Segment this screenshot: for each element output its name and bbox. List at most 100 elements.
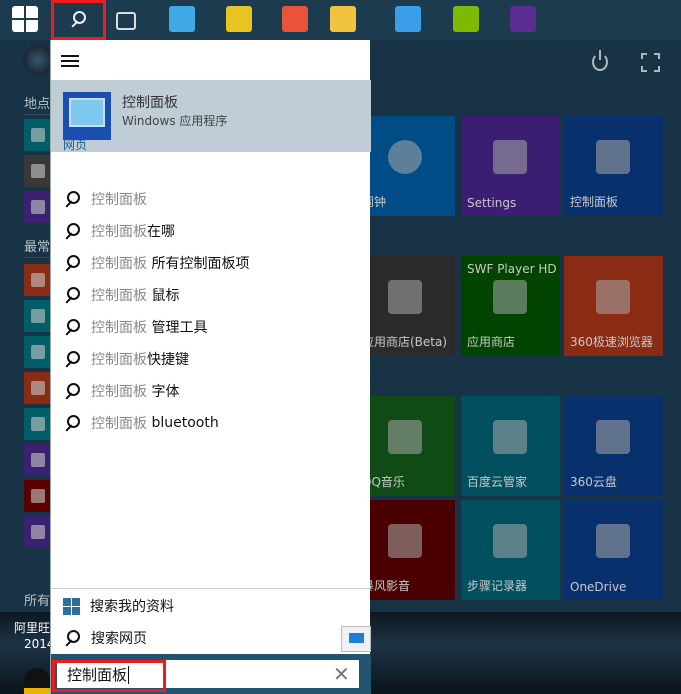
search-my-stuff-button[interactable]: 搜索我的资料 xyxy=(63,595,174,617)
settings-gear-icon xyxy=(493,140,527,174)
divider xyxy=(24,114,51,115)
divider xyxy=(51,588,371,589)
desktop-icon-aliwangwang[interactable]: 阿里旺 2014 xyxy=(14,620,55,652)
tile-label: 360云盘 xyxy=(570,475,617,489)
expand-icon[interactable] xyxy=(641,53,660,72)
places-item-documents[interactable] xyxy=(24,155,51,187)
360-browser-icon[interactable] xyxy=(282,6,308,32)
file-explorer-icon xyxy=(31,128,45,142)
web-suggestion[interactable]: 控制面板 bluetooth xyxy=(63,412,219,434)
tile-5[interactable]: 360极速浏览器 xyxy=(564,256,663,356)
tile-6[interactable]: QQ音乐 xyxy=(356,396,455,496)
tile-label: 应用商店(Beta) xyxy=(362,335,448,349)
settings-icon[interactable] xyxy=(510,6,536,32)
tile-label: 控制面板 xyxy=(570,195,619,209)
360-browser-icon xyxy=(596,280,630,314)
user-avatar[interactable] xyxy=(23,45,53,75)
search-icon xyxy=(63,318,81,336)
tile-8[interactable]: 360云盘 xyxy=(564,396,663,496)
alarm-clock-icon xyxy=(388,140,422,174)
settings-icon xyxy=(31,453,45,467)
most-used-item-settings[interactable] xyxy=(24,444,51,476)
tile-2[interactable]: 控制面板 xyxy=(564,116,663,216)
qq-icon xyxy=(31,381,45,395)
tile-label: 百度云管家 xyxy=(467,475,528,489)
task-view-icon[interactable] xyxy=(116,12,136,30)
windows-logo-icon xyxy=(63,597,80,615)
baidu-cloud-icon xyxy=(493,420,527,454)
web-suggestion[interactable]: 控制面板 字体 xyxy=(63,380,179,402)
search-panel: 控制面板 Windows 应用程序 网页 控制面板控制面板 在哪控制面板 所有控制… xyxy=(50,40,371,694)
most-used-item-search[interactable] xyxy=(24,516,51,548)
search-icon xyxy=(63,382,81,400)
web-section-header: 网页 xyxy=(63,138,88,152)
steps-recorder-icon xyxy=(31,417,45,431)
tile-label: Settings xyxy=(467,196,517,210)
search-icon xyxy=(63,629,81,647)
power-icon-bar xyxy=(599,50,601,60)
clear-search-icon[interactable]: ✕ xyxy=(333,662,350,686)
control-panel-icon xyxy=(63,92,111,140)
most-used-item-notepad[interactable] xyxy=(24,300,51,332)
best-match-subtitle: Windows 应用程序 xyxy=(122,114,228,128)
store-icon xyxy=(493,280,527,314)
search-icon xyxy=(31,525,45,539)
feedback-button[interactable] xyxy=(341,626,371,652)
documents-icon xyxy=(31,164,45,178)
most-used-label: 最常 xyxy=(24,240,51,255)
tile-label: 步骤记录器 xyxy=(467,579,528,593)
tile-7[interactable]: 百度云管家 xyxy=(461,396,560,496)
most-used-item-baofeng[interactable] xyxy=(24,480,51,512)
baofeng-icon xyxy=(31,489,45,503)
hamburger-menu-icon[interactable] xyxy=(61,55,79,67)
most-used-item-steps-recorder[interactable] xyxy=(24,408,51,440)
microsoft-store-icon[interactable] xyxy=(453,6,479,32)
notepad-icon xyxy=(31,309,45,323)
web-suggestion[interactable]: 控制面板 鼠标 xyxy=(63,284,179,306)
tile-3[interactable]: 应用商店(Beta) xyxy=(356,256,455,356)
web-suggestion[interactable]: 控制面板 所有控制面板项 xyxy=(63,252,249,274)
chat-bubble-icon xyxy=(349,633,364,643)
search-icon xyxy=(63,222,81,240)
qq-desktop-icon[interactable] xyxy=(24,668,50,694)
web-suggestion[interactable]: 控制面板 xyxy=(63,188,147,210)
tile-11[interactable]: OneDrive xyxy=(564,500,663,600)
baofeng-icon xyxy=(388,524,422,558)
most-used-item-file-explorer[interactable] xyxy=(24,336,51,368)
start-windows-icon[interactable] xyxy=(12,6,38,32)
tile-label: 360极速浏览器 xyxy=(570,335,653,349)
tile-4[interactable]: SWF Player HD 应用商店 xyxy=(461,256,560,356)
places-item-file-explorer[interactable] xyxy=(24,119,51,151)
search-highlight-box xyxy=(51,0,106,40)
onedrive-icon xyxy=(596,524,630,558)
tile-label: 应用商店 xyxy=(467,335,516,349)
tile-1[interactable]: Settings xyxy=(461,116,560,216)
tile-10[interactable]: 步骤记录器 xyxy=(461,500,560,600)
best-match-result[interactable]: 控制面板 Windows 应用程序 xyxy=(51,80,371,152)
store-icon xyxy=(388,280,422,314)
file-explorer-icon[interactable] xyxy=(330,6,356,32)
tile-9[interactable]: 暴风影音 xyxy=(356,500,455,600)
360-cloud-icon xyxy=(596,420,630,454)
web-suggestion[interactable]: 控制面板 在哪 xyxy=(63,220,175,242)
search-icon xyxy=(63,350,81,368)
web-suggestion[interactable]: 控制面板 管理工具 xyxy=(63,316,207,338)
file-explorer-icon xyxy=(31,345,45,359)
qq-music-icon[interactable] xyxy=(226,6,252,32)
search-icon xyxy=(63,286,81,304)
places-item-settings[interactable] xyxy=(24,191,51,223)
tile-top-label: SWF Player HD xyxy=(467,262,557,276)
360-browser-icon xyxy=(31,273,45,287)
settings-icon xyxy=(31,200,45,214)
search-web-button[interactable]: 搜索网页 xyxy=(63,627,147,649)
xunlei-icon[interactable] xyxy=(395,6,421,32)
most-used-item-360-browser[interactable] xyxy=(24,264,51,296)
baidu-cloud-icon[interactable] xyxy=(169,6,195,32)
web-suggestion[interactable]: 控制面板 快捷键 xyxy=(63,348,189,370)
search-input-highlight-box xyxy=(52,660,166,692)
all-apps-label[interactable]: 所有 xyxy=(24,590,50,609)
most-used-item-qq[interactable] xyxy=(24,372,51,404)
places-label: 地点 xyxy=(24,97,51,112)
best-match-title: 控制面板 xyxy=(122,95,178,111)
search-icon xyxy=(63,254,81,272)
